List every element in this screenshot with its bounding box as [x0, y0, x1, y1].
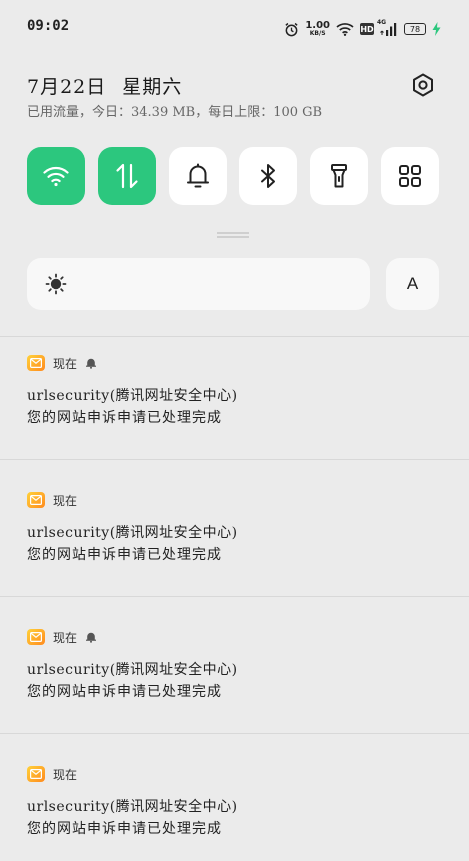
notification-time: 现在	[53, 767, 78, 782]
panel-drag-handle[interactable]	[217, 232, 249, 238]
mobile-data-tile[interactable]	[97, 147, 156, 205]
bluetooth-tile[interactable]	[239, 147, 298, 205]
grid-icon	[398, 165, 421, 187]
bell-icon	[186, 163, 209, 188]
net-speed-unit: KB/S	[309, 30, 326, 37]
flashlight-tile[interactable]	[310, 147, 369, 205]
notification-header: 现在	[27, 491, 77, 509]
notification-title: urlsecurity(腾讯网址安全中心)	[27, 525, 238, 541]
wifi-tile[interactable]	[27, 147, 85, 205]
battery-icon: 78	[404, 23, 426, 35]
notification-card[interactable]: 现在 urlsecurity(腾讯网址安全中心) 您的网站申诉申请已处理完成	[0, 474, 469, 610]
notification-body: 您的网站申诉申请已处理完成	[27, 821, 222, 837]
status-icons: 1.00 KB/S HD 4G 78	[284, 18, 441, 40]
quick-settings-tiles	[27, 147, 439, 205]
wifi-icon	[43, 166, 69, 187]
data-usage-text[interactable]: 已用流量，今日：34.39 MB，每日上限：100 GB	[27, 101, 322, 120]
settings-button[interactable]	[410, 72, 436, 98]
notification-body: 您的网站申诉申请已处理完成	[27, 410, 222, 426]
sound-tile[interactable]	[168, 147, 227, 205]
hd-icon: HD	[360, 23, 374, 35]
wifi-icon	[336, 22, 354, 36]
bell-muted-icon	[86, 358, 97, 369]
notification-card[interactable]: 现在 urlsecurity(腾讯网址安全中心) 您的网站申诉申请已处理完成	[0, 748, 469, 861]
notification-body: 您的网站申诉申请已处理完成	[27, 547, 222, 563]
flashlight-icon	[331, 164, 348, 188]
mail-icon	[27, 492, 45, 508]
bell-muted-icon	[86, 632, 97, 643]
status-time: 09:02	[27, 18, 70, 34]
notification-card[interactable]: 现在 urlsecurity(腾讯网址安全中心) 您的网站申诉申请已处理完成	[0, 611, 469, 747]
bluetooth-icon	[261, 164, 276, 188]
notification-time: 现在	[53, 493, 78, 508]
auto-brightness-button[interactable]: A	[386, 258, 439, 310]
notification-time: 现在	[53, 630, 78, 645]
divider	[0, 596, 469, 597]
divider	[0, 733, 469, 734]
notification-card[interactable]: 现在 urlsecurity(腾讯网址安全中心) 您的网站申诉申请已处理完成	[0, 337, 469, 473]
brightness-slider[interactable]	[27, 258, 370, 310]
network-type: 4G	[377, 19, 387, 26]
data-transfer-icon	[116, 163, 138, 189]
date-display[interactable]: 7月22日 星期六	[27, 72, 182, 99]
divider	[0, 459, 469, 460]
notification-header: 现在	[27, 354, 97, 372]
notification-title: urlsecurity(腾讯网址安全中心)	[27, 662, 238, 678]
notification-time: 现在	[53, 356, 78, 371]
net-speed: 1.00 KB/S	[305, 21, 330, 37]
sun-icon	[45, 273, 67, 295]
date-text: 7月22日	[27, 76, 107, 98]
notification-header: 现在	[27, 628, 97, 646]
settings-icon	[413, 73, 433, 97]
notification-title: urlsecurity(腾讯网址安全中心)	[27, 388, 238, 404]
mail-icon	[27, 355, 45, 371]
weekday-text: 星期六	[122, 76, 183, 98]
status-bar: 09:02 1.00 KB/S HD 4G 78	[0, 0, 469, 56]
mail-icon	[27, 629, 45, 645]
edit-tiles-tile[interactable]	[380, 147, 439, 205]
charging-icon	[432, 22, 441, 36]
notification-title: urlsecurity(腾讯网址安全中心)	[27, 799, 238, 815]
alarm-icon	[284, 22, 299, 37]
cell-signal-icon: 4G	[377, 19, 398, 36]
notification-body: 您的网站申诉申请已处理完成	[27, 684, 222, 700]
mail-icon	[27, 766, 45, 782]
notification-header: 现在	[27, 765, 77, 783]
